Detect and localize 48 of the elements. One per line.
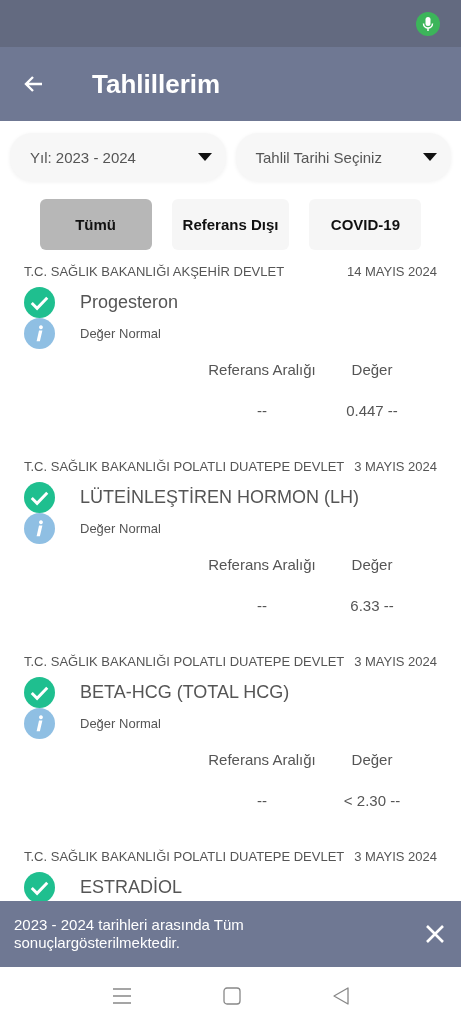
hospital-name: T.C. SAĞLIK BAKANLIĞI POLATLI DUATEPE DEVLET: [24, 459, 345, 474]
snackbar-message: 2023 - 2024 tarihleri arasında Tüm sonuçlargösterilmektedir.: [14, 916, 245, 952]
result-value: < 2.30 --: [343, 792, 401, 809]
hospital-name: T.C. SAĞLIK BAKANLIĞI POLATLI DUATEPE DEVLET: [24, 849, 345, 864]
test-name: BETA-HCG (TOTAL HCG): [80, 682, 290, 703]
test-name: ESTRADİOL: [80, 877, 183, 898]
filter-tab[interactable]: Tümü: [39, 199, 152, 250]
check-icon: [24, 287, 55, 318]
check-icon: [24, 482, 55, 513]
check-icon: [24, 872, 55, 901]
test-name: LÜTEİNLEŞTİREN HORMON (LH): [80, 487, 360, 508]
info-icon: [24, 318, 55, 349]
result-note: Değer Normal: [80, 326, 161, 341]
caret-icon: [423, 153, 437, 161]
result-note: Değer Normal: [80, 521, 161, 536]
result-date: 14 MAYIS 2024: [346, 264, 437, 279]
hospital-name: T.C. SAĞLIK BAKANLIĞI AKŞEHİR DEVLET: [24, 264, 285, 279]
check-icon: [24, 677, 55, 708]
column-header: Değer: [351, 361, 393, 378]
result-value: 6.33 --: [350, 597, 394, 614]
result-note: Değer Normal: [80, 716, 161, 731]
result-date: 3 MAYIS 2024: [354, 459, 437, 474]
page-title: Tahlillerim: [92, 68, 221, 100]
info-icon: [24, 513, 55, 544]
result-date: 3 MAYIS 2024: [354, 654, 437, 669]
menu-icon[interactable]: [112, 987, 131, 1004]
reference-range: --: [257, 402, 267, 419]
microphone-icon: [416, 11, 440, 36]
filter-tab[interactable]: COVID-19: [309, 199, 422, 250]
test-name: Progesteron: [80, 292, 179, 313]
column-header: Değer: [351, 556, 393, 573]
caret-icon: [197, 153, 212, 161]
hospital-name: T.C. SAĞLIK BAKANLIĞI POLATLI DUATEPE DEVLET: [24, 654, 345, 669]
dropdown-field[interactable]: Tahlil Tarihi Seçiniz: [235, 133, 451, 181]
dropdown-field[interactable]: Yıl: 2023 - 2024: [10, 133, 226, 181]
reference-range: --: [257, 597, 267, 614]
filter-tab[interactable]: Referans Dışı: [171, 199, 290, 250]
reference-range: --: [257, 792, 267, 809]
column-header: Değer: [351, 751, 393, 768]
info-icon: [24, 708, 55, 739]
back-icon[interactable]: [332, 986, 349, 1005]
close-button[interactable]: [425, 923, 447, 945]
column-header: Referans Aralığı: [208, 361, 316, 378]
home-icon[interactable]: [222, 986, 241, 1005]
column-header: Referans Aralığı: [208, 556, 316, 573]
result-date: 3 MAYIS 2024: [354, 849, 437, 864]
result-value: 0.447 --: [346, 402, 398, 419]
column-header: Referans Aralığı: [208, 751, 316, 768]
